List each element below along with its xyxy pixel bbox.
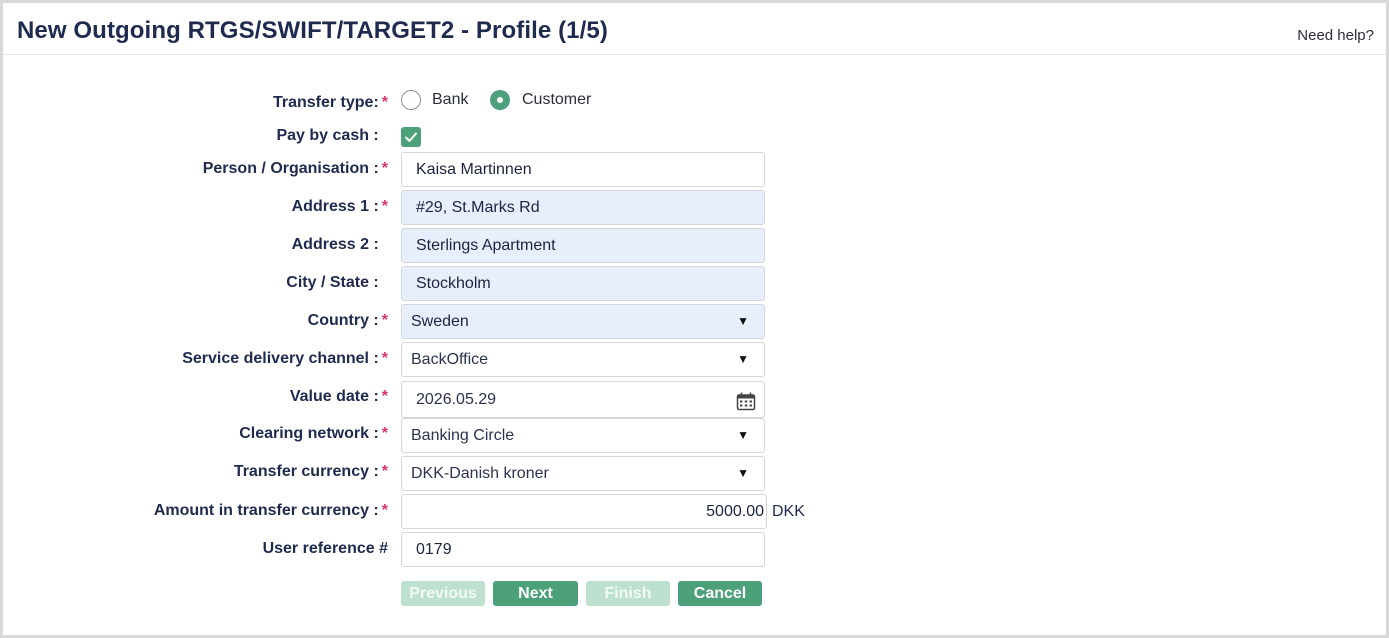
- chevron-down-icon: ▼: [737, 466, 749, 480]
- clearing-network-value: Banking Circle: [411, 427, 515, 444]
- radio-bank-label[interactable]: Bank: [432, 91, 468, 109]
- user-reference-input[interactable]: 0179: [401, 532, 765, 567]
- page-header: New Outgoing RTGS/SWIFT/TARGET2 - Profil…: [3, 3, 1386, 55]
- radio-customer[interactable]: [490, 90, 510, 110]
- chevron-down-icon: ▼: [737, 314, 749, 328]
- value-date-value: 2026.05.29: [416, 391, 497, 408]
- service-channel-label: Service delivery channel : *: [182, 350, 388, 367]
- country-label: Country : *: [307, 312, 388, 329]
- amount-currency-unit: DKK: [772, 503, 805, 520]
- value-date-label: Value date : *: [289, 388, 388, 405]
- user-reference-label: User reference #: [262, 540, 388, 557]
- chevron-down-icon: ▼: [737, 428, 749, 442]
- address1-label: Address 1 : *: [291, 198, 388, 215]
- pay-by-cash-checkbox[interactable]: [401, 127, 421, 147]
- value-date-input[interactable]: 2026.05.29: [401, 381, 765, 418]
- pay-by-cash-label: Pay by cash :*: [276, 127, 379, 144]
- previous-button[interactable]: Previous: [401, 581, 485, 606]
- transfer-type-label: Transfer type: *: [272, 94, 388, 111]
- radio-bank[interactable]: [401, 90, 421, 110]
- cancel-button[interactable]: Cancel: [678, 581, 762, 606]
- finish-button[interactable]: Finish: [586, 581, 670, 606]
- service-channel-select[interactable]: BackOffice ▼: [401, 342, 765, 377]
- country-select[interactable]: Sweden ▼: [401, 304, 765, 339]
- chevron-down-icon: ▼: [737, 352, 749, 366]
- transfer-currency-value: DKK-Danish kroner: [411, 465, 549, 482]
- transfer-currency-select[interactable]: DKK-Danish kroner ▼: [401, 456, 765, 491]
- city-label: City / State :*: [286, 274, 379, 291]
- address2-label: Address 2 :*: [291, 236, 379, 253]
- address2-input[interactable]: Sterlings Apartment: [401, 228, 765, 263]
- checkmark-icon: [405, 132, 417, 142]
- person-input[interactable]: Kaisa Martinnen: [401, 152, 765, 187]
- address1-input[interactable]: #29, St.Marks Rd: [401, 190, 765, 225]
- amount-label: Amount in transfer currency : *: [153, 502, 388, 519]
- calendar-icon[interactable]: [736, 392, 756, 411]
- city-input[interactable]: Stockholm: [401, 266, 765, 301]
- country-value: Sweden: [411, 313, 469, 330]
- person-label: Person / Organisation : *: [202, 160, 388, 177]
- clearing-network-label: Clearing network : *: [239, 425, 388, 442]
- next-button[interactable]: Next: [493, 581, 578, 606]
- transfer-currency-label: Transfer currency : *: [233, 463, 388, 480]
- page-title: New Outgoing RTGS/SWIFT/TARGET2 - Profil…: [17, 17, 608, 44]
- amount-input[interactable]: 5000.00: [401, 494, 767, 529]
- radio-customer-label[interactable]: Customer: [522, 91, 591, 109]
- service-channel-value: BackOffice: [411, 351, 489, 368]
- need-help-link[interactable]: Need help?: [1297, 27, 1374, 44]
- clearing-network-select[interactable]: Banking Circle ▼: [401, 418, 765, 453]
